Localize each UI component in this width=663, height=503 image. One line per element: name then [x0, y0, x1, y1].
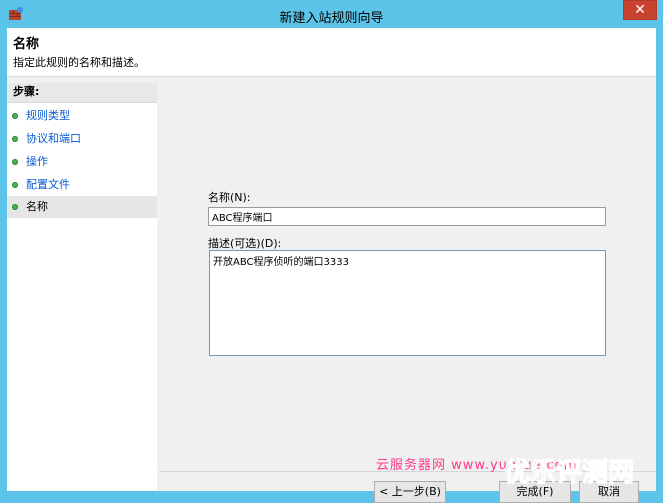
step-profile[interactable]: 配置文件	[7, 174, 157, 196]
step-bullet-icon	[12, 113, 18, 119]
step-bullet-icon	[12, 136, 18, 142]
form-panel: 名称(N): 描述(可选)(D): 开放ABC程序侦听的端口3333 < 上一步…	[159, 83, 656, 503]
steps-sidebar: 步骤: 规则类型 协议和端口 操作 配置文件 名称	[7, 83, 157, 491]
step-rule-type[interactable]: 规则类型	[7, 105, 157, 127]
page-title: 名称	[13, 37, 40, 52]
window-title: 新建入站规则向导	[279, 11, 384, 26]
step-label: 名称	[26, 200, 48, 213]
wizard-body: 名称 指定此规则的名称和描述。 步骤: 规则类型 协议和端口 操作 配置文件 名…	[7, 28, 656, 503]
step-label: 规则类型	[26, 109, 70, 122]
rule-name-input[interactable]	[208, 207, 606, 226]
watermark: 云服务器网 www.yuntue.com 优乐评测网	[376, 452, 663, 498]
description-label: 描述(可选)(D):	[208, 237, 282, 250]
name-label: 名称(N):	[208, 191, 251, 204]
close-button[interactable]: ✕	[623, 0, 657, 20]
page-header: 名称 指定此规则的名称和描述。	[7, 28, 656, 77]
step-name-current[interactable]: 名称	[7, 196, 157, 218]
step-label: 协议和端口	[26, 132, 81, 145]
step-bullet-icon	[12, 204, 18, 210]
title-bar: 新建入站规则向导 ✕	[0, 0, 663, 28]
rule-description-textarea[interactable]: 开放ABC程序侦听的端口3333	[209, 250, 606, 356]
steps-heading: 步骤:	[7, 83, 157, 103]
watermark-big-text: 优乐评测网	[503, 458, 635, 489]
page-subtitle: 指定此规则的名称和描述。	[13, 56, 145, 69]
step-action[interactable]: 操作	[7, 151, 157, 173]
step-label: 配置文件	[26, 178, 70, 191]
step-bullet-icon	[12, 159, 18, 165]
step-protocol-ports[interactable]: 协议和端口	[7, 128, 157, 150]
step-bullet-icon	[12, 182, 18, 188]
step-label: 操作	[26, 155, 48, 168]
